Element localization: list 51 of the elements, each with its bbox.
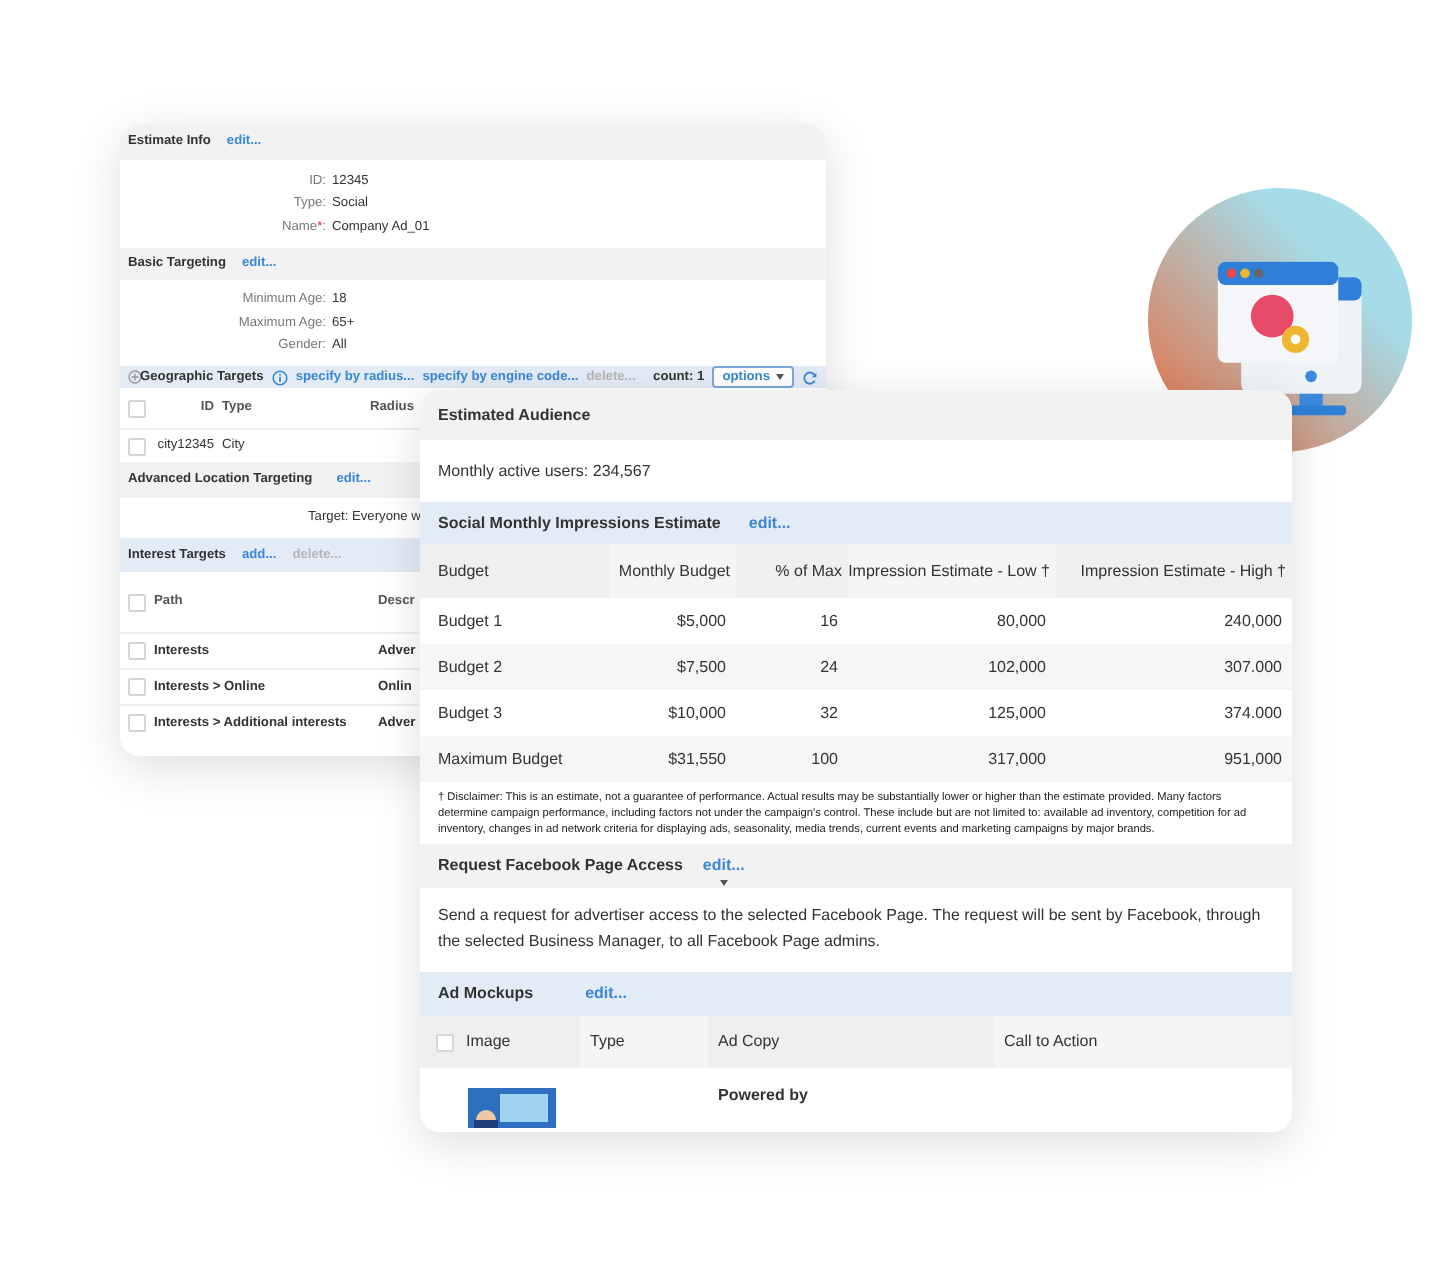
checkbox[interactable] (128, 678, 146, 696)
column-header: Call to Action (994, 1016, 1292, 1068)
table-cell: $7,500 (677, 655, 726, 679)
description-text: Send a request for advertiser access to the selected Facebook Page. The request will be sent by Facebook, through the selected Business Manager, to all Facebook Page admins. (436, 904, 1263, 954)
table-cell: 307.000 (1224, 655, 1282, 679)
checkbox[interactable] (128, 593, 146, 611)
table-cell: 32 (820, 701, 838, 725)
checkbox[interactable] (128, 437, 146, 455)
checkbox[interactable] (128, 642, 146, 660)
section-title: Estimated Audience (438, 403, 591, 427)
table-cell: Budget 3 (438, 701, 503, 725)
column-header: Impression Estimate - High † (1056, 544, 1292, 598)
table-cell: 102,000 (988, 655, 1046, 679)
link[interactable]: edit... (748, 511, 791, 535)
section-title: Request Facebook Page Access (438, 854, 683, 878)
table-cell: 16 (820, 609, 838, 633)
table-cell: 80,000 (997, 609, 1046, 633)
table-cell: Maximum Budget (438, 747, 563, 771)
column-header: Ad Copy (708, 1016, 994, 1068)
table-cell: 317,000 (988, 747, 1046, 771)
table-cell: Budget 2 (438, 655, 503, 679)
checkbox[interactable] (128, 714, 146, 732)
table-cell: 125,000 (988, 701, 1046, 725)
table-cell: 374.000 (1224, 701, 1282, 725)
column-header: Type (580, 1016, 708, 1068)
table-cell: $5,000 (677, 609, 726, 633)
caret-icon (776, 374, 784, 380)
info-icon[interactable] (271, 369, 288, 385)
link[interactable]: edit... (702, 854, 745, 878)
section-title: Social Monthly Impressions Estimate (438, 511, 721, 535)
column-header: % of Max (736, 544, 848, 598)
column-header: Monthly Budget (610, 544, 736, 598)
audience-text: Monthly active users: 234,567 (438, 459, 651, 483)
table-cell: 951,000 (1224, 747, 1282, 771)
checkbox[interactable] (128, 399, 146, 417)
table-cell: 24 (820, 655, 838, 679)
column-header: Budget (420, 544, 610, 598)
table-cell: $10,000 (668, 701, 726, 725)
column-header: Image (466, 1030, 511, 1054)
refresh-icon[interactable] (802, 369, 818, 385)
column-header: Impression Estimate - Low † (848, 544, 1056, 598)
table-cell: 100 (811, 747, 838, 771)
checkbox[interactable] (436, 1033, 454, 1051)
table-cell: 240,000 (1224, 609, 1282, 633)
link[interactable]: edit... (585, 982, 627, 1006)
table-cell: Budget 1 (438, 609, 503, 633)
table-cell: Powered by (718, 1086, 808, 1104)
table-cell: $31,550 (668, 747, 726, 771)
caret-icon (719, 880, 728, 886)
expand-icon[interactable] (128, 370, 142, 384)
section-title: Ad Mockups (438, 982, 534, 1006)
